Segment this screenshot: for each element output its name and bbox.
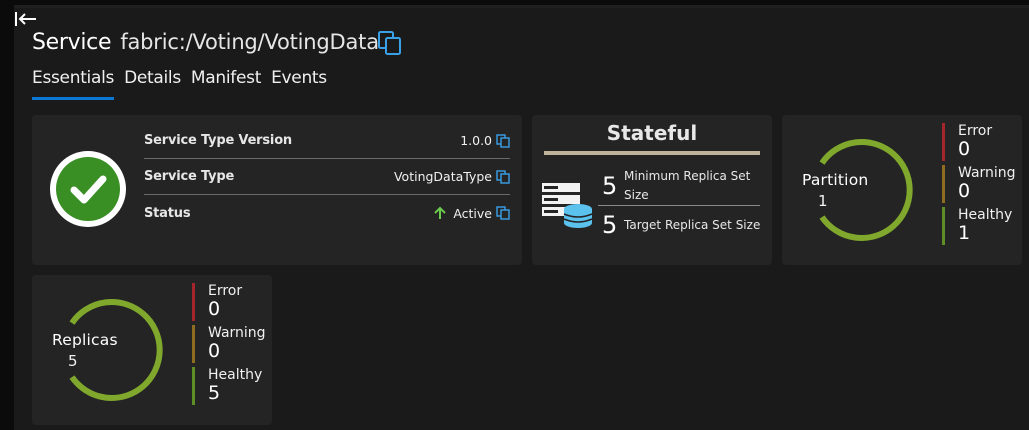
min-replica-label: Minimum Replica Set: [624, 169, 751, 183]
essentials-list: Service Type Version 1.0.0 Service Type …: [144, 123, 510, 231]
min-replica-count: 5: [602, 172, 618, 200]
top-bar: [0, 0, 1029, 8]
healthy-label: Healthy: [958, 207, 1013, 223]
health-status-badge: [50, 151, 126, 227]
service-type-version-value: 1.0.0: [460, 133, 492, 148]
healthy-label: Healthy: [208, 367, 263, 383]
check-icon: [70, 175, 107, 204]
copy-icon: [378, 31, 401, 55]
healthy-count: 5: [208, 382, 221, 404]
target-replica-stat: 5 Target Replica Set Size: [602, 211, 760, 239]
replicas-error-stat: Error 0: [192, 283, 242, 321]
tab-bar: Essentials Details Manifest Events: [32, 68, 337, 100]
target-replica-label: Target Replica Set Size: [624, 217, 761, 232]
list-item: Status Active: [144, 195, 510, 231]
copy-name-button[interactable]: [377, 30, 403, 56]
page-title: Service fabric:/Voting/VotingData: [32, 30, 379, 55]
status-value: Active: [453, 205, 492, 221]
entity-kind: Service: [32, 30, 112, 55]
divider: [598, 205, 760, 206]
error-label: Error: [208, 283, 243, 299]
partition-count: 1: [818, 192, 828, 210]
warning-count: 0: [958, 180, 971, 202]
error-count: 0: [958, 138, 971, 160]
error-count: 0: [208, 298, 221, 320]
tab-essentials[interactable]: Essentials: [32, 68, 114, 100]
service-name: fabric:/Voting/VotingData: [120, 30, 379, 54]
divider: [544, 151, 760, 155]
service-kind-title: Stateful: [606, 121, 698, 145]
collapse-left-icon: [15, 12, 36, 26]
service-type-label: Service Type: [144, 169, 235, 184]
copy-icon[interactable]: [496, 206, 510, 220]
partition-donut: [819, 139, 913, 241]
tab-details[interactable]: Details: [124, 68, 181, 98]
partition-card: Partition 1 Error 0 Warning 0 Healthy 1: [782, 115, 1022, 265]
replicas-donut: [69, 299, 163, 401]
stateful-card: Stateful 5 Minimum Replica Set Size 5 Ta…: [532, 115, 772, 265]
list-item: Service Type VotingDataType: [144, 159, 510, 195]
min-replica-label-cont: Size: [624, 188, 649, 202]
tab-manifest[interactable]: Manifest: [191, 68, 261, 98]
copy-icon[interactable]: [496, 169, 510, 184]
healthy-count: 1: [958, 222, 971, 244]
list-item: Service Type Version 1.0.0: [144, 123, 510, 159]
warning-label: Warning: [958, 165, 1016, 181]
replicas-warning-stat: Warning 0: [192, 325, 266, 363]
tab-events[interactable]: Events: [271, 68, 327, 98]
error-label: Error: [958, 123, 993, 139]
warning-count: 0: [208, 340, 221, 362]
replicas-label: Replicas: [52, 331, 118, 349]
target-replica-count: 5: [602, 211, 618, 239]
warning-label: Warning: [208, 325, 266, 341]
copy-icon[interactable]: [496, 133, 510, 148]
up-arrow-icon: [434, 206, 447, 219]
replicas-count: 5: [68, 352, 78, 370]
collapse-sidebar-button[interactable]: [14, 10, 40, 28]
service-type-version-label: Service Type Version: [144, 133, 292, 148]
status-label: Status: [144, 205, 191, 221]
replicas-healthy-stat: Healthy 5: [192, 367, 262, 405]
essentials-card: Service Type Version 1.0.0 Service Type …: [32, 115, 522, 265]
database-server-icon: [542, 183, 593, 228]
min-replica-stat: 5 Minimum Replica Set Size: [602, 167, 750, 205]
partition-warning-stat: Warning 0: [942, 165, 1016, 203]
service-type-value: VotingDataType: [393, 169, 492, 184]
partition-healthy-stat: Healthy 1: [942, 207, 1012, 245]
partition-error-stat: Error 0: [942, 123, 992, 161]
partition-label: Partition: [802, 171, 869, 189]
replicas-card: Replicas 5 Error 0 Warning 0 Healthy 5: [32, 275, 272, 425]
